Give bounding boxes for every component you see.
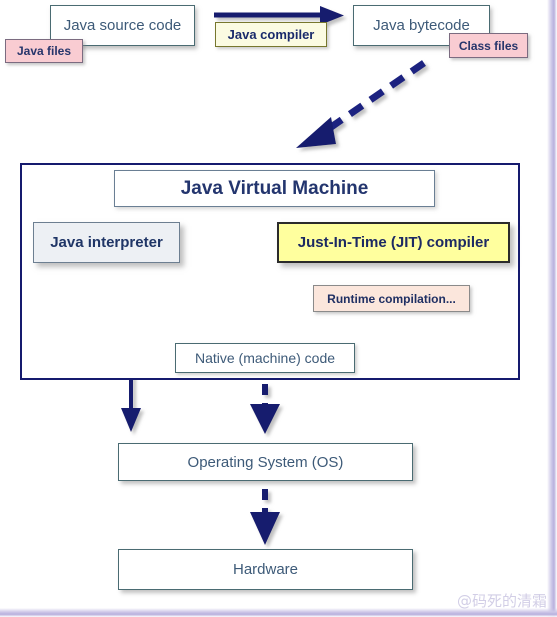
- label-runtime-compilation-text: Runtime compilation...: [327, 291, 456, 306]
- node-java-source-code-label: Java source code: [63, 17, 182, 34]
- jvm-to-os-arrow: [250, 384, 280, 434]
- label-java-compiler-text: Java compiler: [227, 27, 315, 42]
- jvm-title-box[interactable]: Java Virtual Machine: [114, 170, 435, 207]
- java-interpreter-label: Java interpreter: [50, 234, 163, 251]
- jvm-title-label: Java Virtual Machine: [180, 177, 369, 199]
- jit-compiler-label: Just-In-Time (JIT) compiler: [297, 234, 490, 251]
- jit-compiler-box[interactable]: Just-In-Time (JIT) compiler: [277, 222, 510, 263]
- label-runtime-compilation[interactable]: Runtime compilation...: [313, 285, 470, 312]
- watermark: @码死的清霜: [456, 592, 547, 610]
- node-hardware[interactable]: Hardware: [118, 549, 413, 590]
- os-to-hardware-arrow: [250, 489, 280, 545]
- badge-java-files[interactable]: Java files: [5, 39, 83, 63]
- badge-class-files[interactable]: Class files: [449, 33, 528, 58]
- load-arrow: [296, 60, 426, 148]
- diagram-canvas: Java source code Java files Java compile…: [0, 0, 557, 617]
- label-java-compiler[interactable]: Java compiler: [215, 22, 327, 47]
- node-native-machine-code[interactable]: Native (machine) code: [175, 343, 355, 373]
- node-operating-system[interactable]: Operating System (OS): [118, 443, 413, 481]
- node-java-bytecode-label: Java bytecode: [373, 17, 470, 34]
- badge-java-files-label: Java files: [16, 44, 72, 58]
- java-interpreter-box[interactable]: Java interpreter: [33, 222, 180, 263]
- node-hardware-label: Hardware: [232, 561, 299, 578]
- page-frame-right: [547, 0, 557, 617]
- node-operating-system-label: Operating System (OS): [187, 453, 344, 471]
- badge-class-files-label: Class files: [458, 38, 519, 53]
- node-native-machine-code-label: Native (machine) code: [194, 350, 336, 366]
